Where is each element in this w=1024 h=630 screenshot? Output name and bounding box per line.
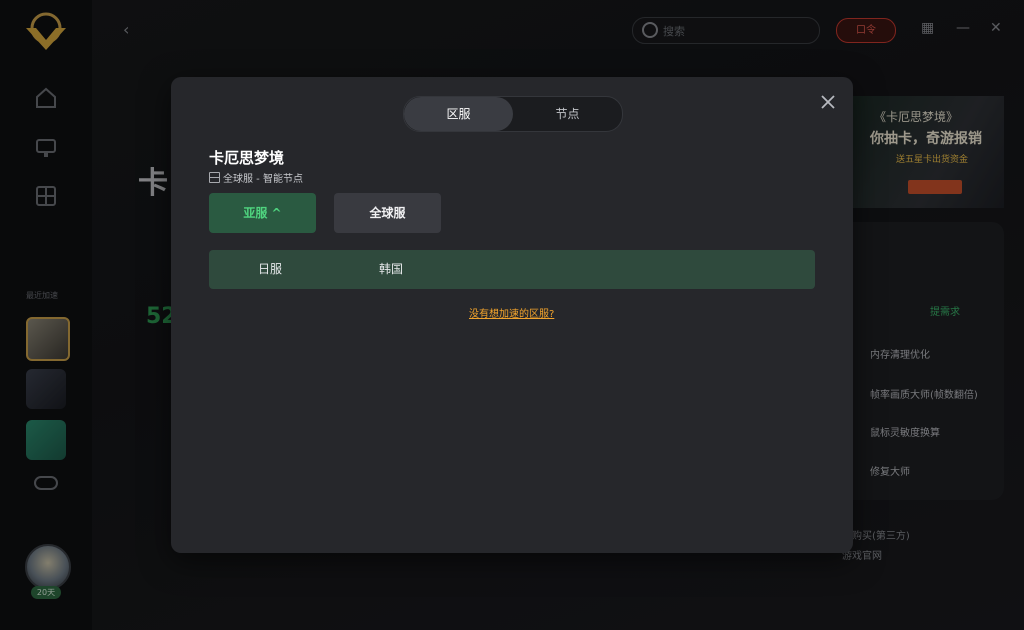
tab-node[interactable]: 节点 [513,97,622,131]
sub-region-korea[interactable]: 韩国 [379,250,403,289]
region-button-global[interactable]: 全球服 [334,193,441,233]
missing-server-link[interactable]: 没有想加速的区服? [469,305,554,320]
region-button-asia[interactable]: 亚服 ^ [209,193,316,233]
tab-switcher: 区服 节点 [403,96,623,132]
server-icon [209,172,220,183]
sub-region-row: 日服 韩国 [209,250,815,289]
close-icon[interactable] [819,93,837,111]
game-title: 卡厄思梦境 [209,149,285,167]
sub-region-japan[interactable]: 日服 [258,250,282,289]
tab-server[interactable]: 区服 [404,97,513,131]
current-server-text: 全球服 - 智能节点 [223,174,303,185]
current-server-line: 全球服 - 智能节点 [209,170,303,185]
server-select-modal: 区服 节点 卡厄思梦境 全球服 - 智能节点 亚服 ^ 全球服 日服 韩国 没有… [171,77,853,553]
